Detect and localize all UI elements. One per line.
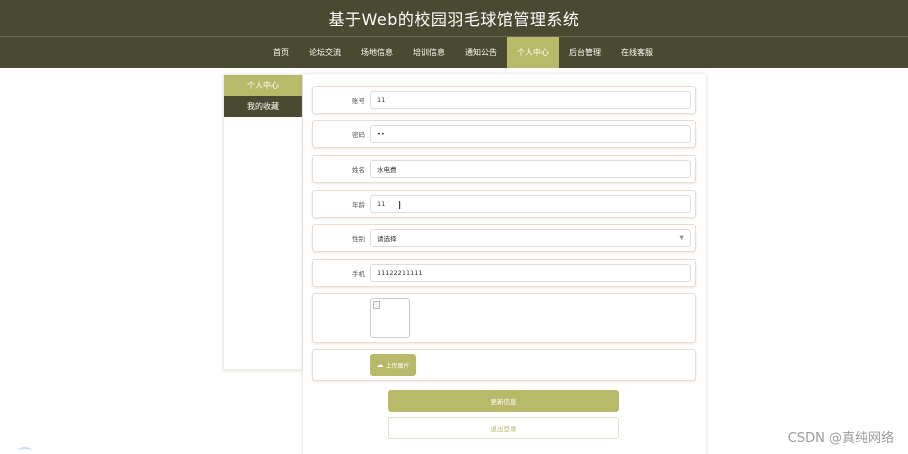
nav-item-personal-center[interactable]: 个人中心 [507, 37, 559, 68]
gender-label: 性别 [352, 235, 365, 243]
logout-button[interactable]: 退出登录 [388, 417, 619, 439]
account-row: 账号 11 [312, 86, 696, 114]
main-nav: 首页 论坛交流 场地信息 培训信息 通知公告 个人中心 后台管理 在线客服 [0, 36, 908, 68]
nav-item-home[interactable]: 首页 [263, 37, 299, 68]
gender-row: 性别 请选择 ▼ [312, 224, 696, 252]
password-input[interactable]: •• [370, 125, 691, 143]
nav-item-training[interactable]: 培训信息 [403, 37, 455, 68]
update-info-button[interactable]: 更新信息 [388, 390, 619, 412]
phone-input[interactable]: 11122211111 [370, 264, 691, 282]
sidebar: 个人中心 我的收藏 [223, 74, 303, 370]
account-label: 账号 [352, 97, 365, 105]
age-row: 年龄 11 [312, 190, 696, 218]
sidebar-item-favorites[interactable]: 我的收藏 [224, 96, 302, 117]
name-row: 姓名 水电费 [312, 155, 696, 183]
name-label: 姓名 [352, 166, 365, 174]
upload-image-button[interactable]: ☁ 上传图片 [370, 354, 416, 376]
nav-item-notices[interactable]: 通知公告 [455, 37, 507, 68]
site-title: 基于Web的校园羽毛球馆管理系统 [328, 10, 580, 29]
avatar-row [312, 293, 696, 343]
phone-row: 手机 11122211111 [312, 259, 696, 287]
loading-arc-icon [18, 447, 32, 454]
cloud-upload-icon: ☁ [376, 361, 384, 369]
text-cursor-icon: I [398, 199, 402, 212]
nav-item-admin[interactable]: 后台管理 [559, 37, 611, 68]
gender-select[interactable]: 请选择 ▼ [370, 229, 691, 247]
broken-image-icon [373, 301, 380, 309]
upload-row: ☁ 上传图片 [312, 349, 696, 381]
name-input[interactable]: 水电费 [370, 160, 691, 178]
site-header: 基于Web的校园羽毛球馆管理系统 [0, 0, 908, 36]
age-label: 年龄 [352, 201, 365, 209]
nav-item-online-service[interactable]: 在线客服 [611, 37, 663, 68]
age-input[interactable]: 11 [370, 195, 691, 213]
gender-select-value: 请选择 [377, 235, 397, 243]
password-row: 密码 •• [312, 120, 696, 148]
password-label: 密码 [352, 131, 365, 139]
watermark: CSDN @真纯网络 [787, 431, 894, 446]
nav-item-venues[interactable]: 场地信息 [351, 37, 403, 68]
phone-label: 手机 [352, 270, 365, 278]
chevron-down-icon: ▼ [679, 234, 684, 242]
nav-item-forum[interactable]: 论坛交流 [299, 37, 351, 68]
avatar-image-preview [370, 298, 410, 338]
account-input[interactable]: 11 [370, 91, 691, 109]
sidebar-item-personal-center[interactable]: 个人中心 [224, 75, 302, 96]
upload-image-label: 上传图片 [385, 362, 410, 370]
